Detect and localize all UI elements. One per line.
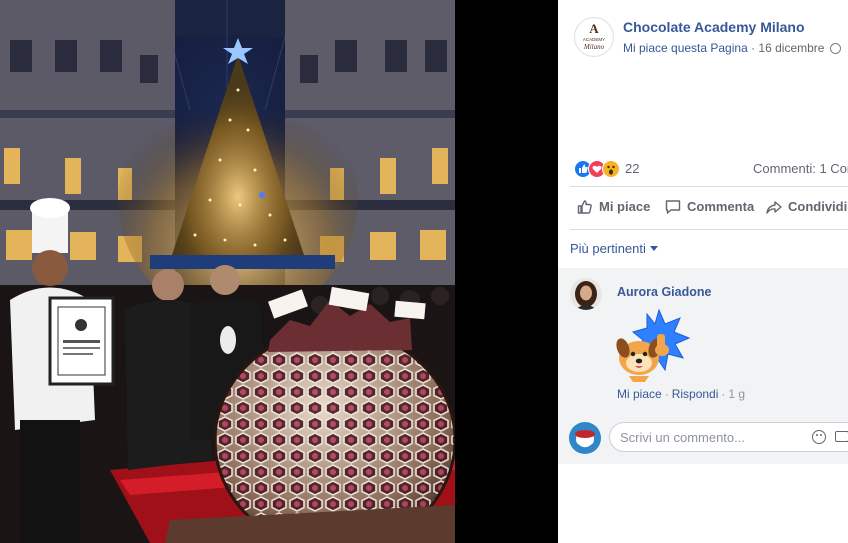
post-photo[interactable] xyxy=(0,0,455,543)
post-meta: Mi piace questa Pagina · 16 dicembre xyxy=(623,41,842,55)
comment-button[interactable]: Commenta xyxy=(664,198,754,216)
comment-author-avatar[interactable] xyxy=(570,278,602,310)
separator: · xyxy=(664,387,669,401)
viewer-gap xyxy=(455,0,558,543)
comments-list: Aurora Giadone Mi piace · Rispondi · 1 g xyxy=(558,268,848,414)
svg-text:Milano: Milano xyxy=(583,43,605,51)
page-name-link[interactable]: Chocolate Academy Milano xyxy=(623,19,805,35)
reactions-summary[interactable]: 22 Commenti: 1 Cond xyxy=(574,158,848,180)
sort-label: Più pertinenti xyxy=(570,241,646,256)
photo-illustration xyxy=(0,0,455,543)
comment-reply-link[interactable]: Rispondi xyxy=(672,387,719,401)
comment-composer xyxy=(558,414,848,464)
comment-like-link[interactable]: Mi piace xyxy=(617,387,662,401)
comment-author-name[interactable]: Aurora Giadone xyxy=(617,285,711,299)
panel-empty-area xyxy=(558,464,848,543)
comments-count-link[interactable]: Commenti: 1 Cond xyxy=(753,161,848,176)
post-date[interactable]: 16 dicembre xyxy=(758,41,824,55)
comment-actions: Mi piace · Rispondi · 1 g xyxy=(617,387,745,401)
divider xyxy=(570,186,848,187)
svg-text:ACADEMY: ACADEMY xyxy=(583,37,605,42)
share-label: Condividi xyxy=(788,199,848,214)
comment-time[interactable]: 1 g xyxy=(728,387,745,401)
comment-sort: Più pertinenti xyxy=(570,233,848,263)
like-button[interactable]: Mi piace xyxy=(576,198,650,216)
comment-label: Commenta xyxy=(687,199,755,214)
meta-separator: · xyxy=(747,41,759,55)
reaction-count[interactable]: 22 xyxy=(625,161,639,176)
svg-text:A: A xyxy=(589,21,599,36)
camera-icon[interactable] xyxy=(835,431,848,442)
post-header: A ACADEMY Milano Chocolate Academy Milan… xyxy=(558,0,848,80)
thumbs-up-icon xyxy=(577,200,592,214)
post-side-panel: A ACADEMY Milano Chocolate Academy Milan… xyxy=(558,0,848,543)
current-user-avatar xyxy=(569,422,601,454)
post-actions: Mi piace Commenta Condividi xyxy=(558,192,848,224)
share-icon xyxy=(766,201,782,214)
page-avatar[interactable]: A ACADEMY Milano xyxy=(574,17,614,57)
divider xyxy=(570,229,848,230)
comment-icon xyxy=(665,200,681,214)
globe-icon xyxy=(830,43,842,54)
separator: · xyxy=(721,387,726,401)
emoji-icon[interactable] xyxy=(812,430,826,444)
dog-thumbs-up-sticker xyxy=(609,306,691,384)
caret-down-icon xyxy=(649,246,658,251)
academy-logo-icon: A ACADEMY Milano xyxy=(583,21,605,51)
wow-icon xyxy=(602,160,620,178)
like-page-link[interactable]: Mi piace questa Pagina xyxy=(623,41,748,55)
like-label: Mi piace xyxy=(599,199,651,214)
share-button[interactable]: Condividi xyxy=(765,198,847,216)
sort-dropdown[interactable]: Più pertinenti xyxy=(570,241,658,256)
